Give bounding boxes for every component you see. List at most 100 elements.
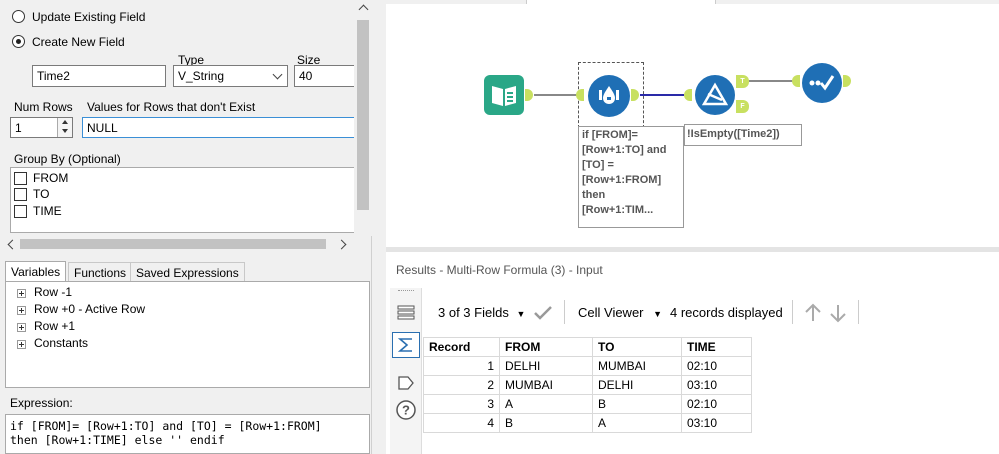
drop-flask-icon	[599, 86, 619, 104]
vertical-scroll-thumb[interactable]	[357, 20, 369, 210]
expand-icon[interactable]	[17, 289, 26, 298]
table-row[interactable]: 3 A B 02:10	[423, 394, 752, 414]
tree-item-row-minus-1[interactable]: Row -1	[34, 285, 72, 299]
formula-annotation-line: [Row+1:TIM...	[582, 204, 654, 216]
group-by-time-checkbox[interactable]	[14, 205, 27, 218]
results-title: Results - Multi-Row Formula (3) - Input	[396, 263, 603, 277]
table-view-icon[interactable]	[397, 304, 415, 322]
field-size-input[interactable]: 40	[294, 65, 354, 87]
config-horizontal-scrollbar[interactable]	[0, 236, 354, 252]
column-header-to[interactable]: TO	[592, 337, 682, 357]
table-row[interactable]: 2 MUMBAI DELHI 03:10	[423, 375, 752, 395]
canvas-active-tab[interactable]	[526, 0, 716, 4]
select-records-tool[interactable]	[802, 63, 842, 103]
expand-icon[interactable]	[17, 340, 26, 349]
config-vertical-scrollbar[interactable]	[354, 0, 372, 236]
dropdown-caret-icon: ▼	[516, 309, 526, 319]
field-type-select[interactable]: V_String	[173, 65, 288, 87]
num-rows-stepper[interactable]	[57, 118, 72, 137]
records-displayed: 4 records displayed	[670, 305, 783, 320]
input-data-tool[interactable]	[484, 75, 524, 115]
time-cell: 02:10	[681, 356, 752, 376]
scroll-left-icon[interactable]	[7, 239, 18, 250]
record-cell: 2	[423, 375, 500, 395]
tree-item-row-plus-1[interactable]: Row +1	[34, 319, 75, 333]
tab-functions[interactable]: Functions	[68, 262, 133, 282]
fields-summary: 3 of 3 Fields	[438, 305, 509, 320]
to-cell: DELHI	[592, 375, 682, 395]
update-existing-radio[interactable]	[12, 10, 25, 23]
expand-icon[interactable]	[17, 323, 26, 332]
record-cell: 1	[423, 356, 500, 376]
from-cell: B	[499, 413, 593, 433]
input-tool-output-anchor[interactable]	[525, 89, 533, 101]
record-cell: 3	[423, 394, 500, 414]
fields-selector[interactable]: 3 of 3 Fields ▼	[438, 305, 525, 320]
filter-annotation: !IsEmpty([Time2])	[684, 124, 802, 146]
filter-tool-input-anchor[interactable]	[684, 89, 692, 101]
sigma-icon	[397, 338, 412, 352]
filter-false-anchor[interactable]: F	[736, 100, 749, 113]
tab-variables[interactable]: Variables	[5, 261, 67, 281]
filter-true-anchor[interactable]: T	[736, 75, 749, 88]
checkmark-icon[interactable]	[533, 305, 553, 321]
to-cell: B	[592, 394, 682, 414]
cell-viewer-label: Cell Viewer	[578, 305, 644, 320]
new-field-name-input[interactable]: Time2	[32, 65, 166, 87]
help-icon[interactable]: ?	[395, 399, 417, 421]
column-header-from[interactable]: FROM	[499, 337, 593, 357]
create-new-radio[interactable]	[12, 35, 25, 48]
tree-item-row-active[interactable]: Row +0 - Active Row	[34, 302, 145, 316]
scroll-right-icon[interactable]	[336, 239, 347, 250]
expand-icon[interactable]	[17, 306, 26, 315]
horizontal-scroll-thumb[interactable]	[20, 239, 326, 249]
dropdown-caret-icon: ▼	[653, 309, 663, 319]
time-cell: 02:10	[681, 394, 752, 414]
tag-icon[interactable]	[397, 374, 415, 392]
filter-triangle-icon	[702, 82, 728, 106]
expression-editor[interactable]: if [FROM]= [Row+1:TO] and [TO] = [Row+1:…	[5, 414, 370, 454]
tab-saved-expressions[interactable]: Saved Expressions	[130, 262, 245, 282]
tree-item-constants[interactable]: Constants	[34, 336, 88, 350]
to-cell: MUMBAI	[592, 356, 682, 376]
time-cell: 03:10	[681, 375, 752, 395]
stepper-up-icon[interactable]	[62, 120, 68, 124]
group-by-from-checkbox[interactable]	[14, 172, 27, 185]
field-type-value: V_String	[178, 69, 225, 83]
toolbar-divider	[792, 300, 793, 324]
table-row[interactable]: 1 DELHI MUMBAI 02:10	[423, 356, 752, 376]
group-by-to-checkbox[interactable]	[14, 188, 27, 201]
workflow-canvas[interactable]: if [FROM]= [Row+1:TO] and [TO] = [Row+1:…	[386, 0, 999, 247]
variables-tree: Row -1 Row +0 - Active Row Row +1 Consta…	[5, 281, 370, 388]
config-area: Update Existing Field Create New Field T…	[0, 0, 354, 236]
filter-tool[interactable]	[695, 75, 735, 115]
stepper-down-icon[interactable]	[62, 129, 68, 133]
table-header-row: Record FROM TO TIME	[423, 337, 752, 357]
expression-line-1: if [FROM]= [Row+1:TO] and [TO] = [Row+1:…	[10, 419, 322, 433]
results-side-toolbar: ?	[390, 288, 422, 454]
num-rows-input[interactable]: 1	[10, 117, 73, 138]
svg-text:?: ?	[402, 403, 410, 418]
num-rows-label: Num Rows	[14, 100, 73, 114]
group-by-from-label: FROM	[33, 171, 69, 185]
group-by-list: FROM TO TIME	[10, 167, 354, 233]
cell-viewer-dropdown[interactable]: Cell Viewer ▼	[578, 305, 662, 320]
select-tool-input-anchor[interactable]	[792, 75, 800, 87]
formula-annotation-line: [Row+1:TO] and	[582, 144, 667, 156]
arrow-up-icon[interactable]	[804, 303, 822, 323]
formula-annotation-line: then	[582, 189, 606, 201]
column-header-time[interactable]: TIME	[681, 337, 752, 357]
arrow-down-icon[interactable]	[829, 303, 847, 323]
book-icon	[492, 86, 516, 106]
expression-line-2: then [Row+1:TIME] else '' endif	[10, 433, 225, 447]
select-tool-output-anchor[interactable]	[843, 75, 851, 87]
results-table: Record FROM TO TIME 1 DELHI MUMBAI 02:10…	[423, 337, 752, 433]
connection-input-to-formula	[534, 94, 577, 96]
formula-tool-input-anchor[interactable]	[576, 89, 584, 101]
metadata-view-button[interactable]	[392, 332, 420, 358]
table-row[interactable]: 4 B A 03:10	[423, 413, 752, 433]
column-header-record[interactable]: Record	[423, 337, 500, 357]
scroll-up-icon[interactable]	[358, 4, 369, 15]
values-for-missing-rows-input[interactable]: NULL	[82, 117, 354, 138]
multi-row-formula-tool[interactable]	[588, 75, 630, 117]
